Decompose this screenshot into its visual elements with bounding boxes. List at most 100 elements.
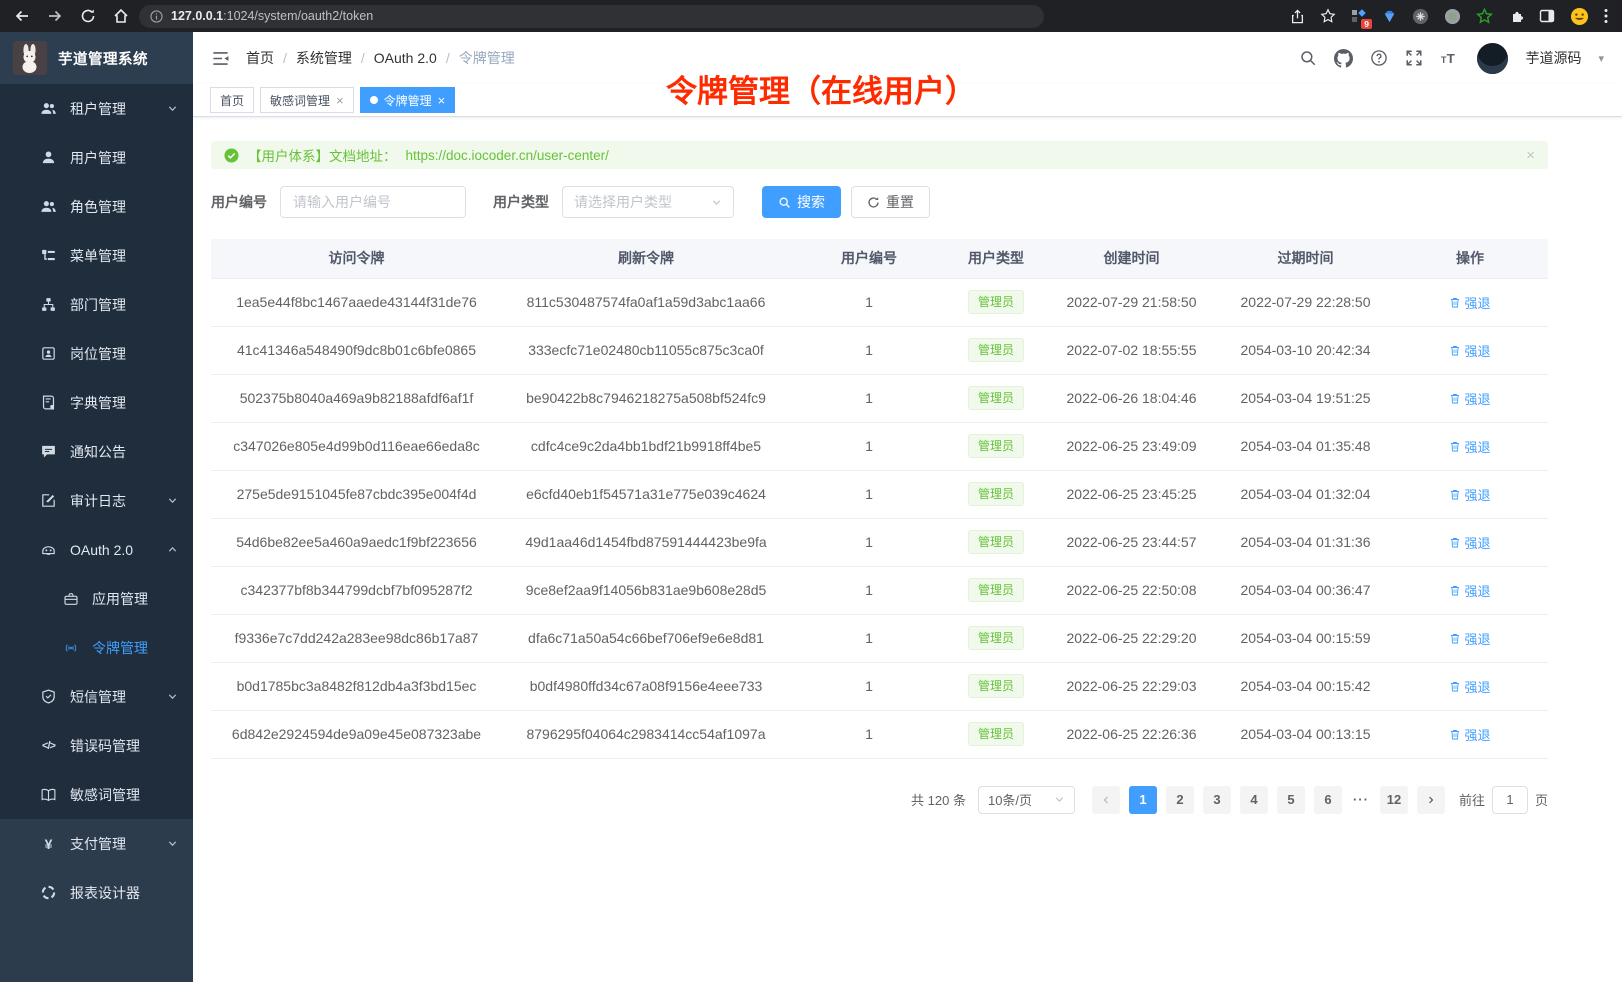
forward-icon[interactable] bbox=[47, 8, 63, 24]
sidebar-item-notice[interactable]: 通知公告 bbox=[0, 427, 193, 476]
sidebar-item-oauth2-token[interactable]: 令牌管理 bbox=[0, 623, 193, 672]
sidebar-item-menu[interactable]: 菜单管理 bbox=[0, 231, 193, 280]
user-type-cell: 管理员 bbox=[948, 422, 1044, 470]
user-type-cell: 管理员 bbox=[948, 566, 1044, 614]
extension-star-icon[interactable] bbox=[1476, 8, 1493, 25]
extension-command-icon[interactable] bbox=[1412, 8, 1429, 25]
sidebar-item-oauth2-app[interactable]: 应用管理 bbox=[0, 574, 193, 623]
yen-icon: ¥ bbox=[40, 835, 57, 852]
sidebar-item-dept[interactable]: 部门管理 bbox=[0, 280, 193, 329]
goto-page-input[interactable] bbox=[1492, 786, 1528, 814]
username[interactable]: 芋道源码 bbox=[1525, 48, 1581, 68]
search-icon[interactable] bbox=[1299, 49, 1317, 67]
action-cell: 强退 bbox=[1392, 278, 1548, 326]
tab-sensitive-word[interactable]: 敏感词管理 × bbox=[260, 87, 354, 113]
sidebar-item-user[interactable]: 用户管理 bbox=[0, 133, 193, 182]
sidebar-panel-icon[interactable] bbox=[1539, 8, 1555, 24]
sidebar-item-report-designer[interactable]: 报表设计器 bbox=[0, 868, 193, 917]
tab-token[interactable]: 令牌管理 × bbox=[360, 87, 456, 113]
sidebar-item-pay[interactable]: ¥ 支付管理 bbox=[0, 819, 193, 868]
sidebar-item-sms[interactable]: 短信管理 bbox=[0, 672, 193, 721]
force-logout-button[interactable]: 强退 bbox=[1449, 629, 1490, 648]
sidebar-item-label: 短信管理 bbox=[70, 687, 126, 707]
page-button[interactable]: 3 bbox=[1203, 786, 1231, 814]
force-logout-button[interactable]: 强退 bbox=[1449, 485, 1490, 504]
bookmark-star-icon[interactable] bbox=[1320, 8, 1336, 24]
pagination-ellipsis[interactable]: ··· bbox=[1351, 792, 1371, 807]
extensions-puzzle-icon[interactable] bbox=[1508, 8, 1524, 24]
share-icon[interactable] bbox=[1290, 9, 1305, 24]
sidebar-item-sensitive-word[interactable]: 敏感词管理 bbox=[0, 770, 193, 819]
extension-record-icon[interactable] bbox=[1444, 8, 1461, 25]
prev-page-button[interactable] bbox=[1092, 786, 1120, 814]
page-size-select[interactable]: 10条/页 bbox=[978, 786, 1075, 814]
tab-close-icon[interactable]: × bbox=[438, 94, 446, 107]
force-logout-button[interactable]: 强退 bbox=[1449, 533, 1490, 552]
sidebar-item-role[interactable]: 角色管理 bbox=[0, 182, 193, 231]
sidebar-item-audit-log[interactable]: 审计日志 bbox=[0, 476, 193, 525]
force-logout-button[interactable]: 强退 bbox=[1449, 725, 1490, 744]
browser-menu-kebab-icon[interactable] bbox=[1604, 8, 1608, 24]
extension-gem-icon[interactable] bbox=[1382, 9, 1397, 24]
force-logout-button[interactable]: 强退 bbox=[1449, 293, 1490, 312]
sidebar-item-post[interactable]: 岗位管理 bbox=[0, 329, 193, 378]
page-button[interactable]: 2 bbox=[1166, 786, 1194, 814]
reload-icon[interactable] bbox=[80, 8, 96, 24]
sidebar-item-oauth2[interactable]: OAuth 2.0 bbox=[0, 525, 193, 574]
tab-close-icon[interactable]: × bbox=[336, 94, 344, 107]
force-logout-button[interactable]: 强退 bbox=[1449, 437, 1490, 456]
page-button[interactable]: 6 bbox=[1314, 786, 1342, 814]
force-logout-button[interactable]: 强退 bbox=[1449, 389, 1490, 408]
user-type-select[interactable]: 请选择用户类型 bbox=[562, 186, 734, 218]
force-logout-button[interactable]: 强退 bbox=[1449, 341, 1490, 360]
force-logout-label: 强退 bbox=[1464, 293, 1490, 312]
tab-home[interactable]: 首页 bbox=[210, 87, 254, 113]
user-caret-down-icon[interactable]: ▾ bbox=[1598, 52, 1604, 65]
created-time-cell: 2022-07-02 18:55:55 bbox=[1044, 326, 1219, 374]
user-avatar[interactable] bbox=[1477, 43, 1508, 74]
page-button-active[interactable]: 1 bbox=[1129, 786, 1157, 814]
user-id-cell: 1 bbox=[790, 710, 948, 758]
logo-block[interactable]: 芋道管理系统 bbox=[0, 32, 193, 84]
sidebar-item-label: 支付管理 bbox=[70, 834, 126, 854]
table-row: 41c41346a548490f9dc8b01c6bfe0865 333ecfc… bbox=[211, 326, 1548, 374]
extension-grid-icon[interactable]: 9 bbox=[1351, 8, 1367, 24]
success-check-icon bbox=[224, 148, 239, 163]
sidebar-item-tenant[interactable]: 租户管理 bbox=[0, 84, 193, 133]
address-bar[interactable]: 127.0.0.1:1024/system/oauth2/token bbox=[139, 5, 1044, 28]
sidebar-item-dict[interactable]: 字典管理 bbox=[0, 378, 193, 427]
home-icon[interactable] bbox=[113, 8, 129, 24]
force-logout-label: 强退 bbox=[1464, 341, 1490, 360]
user-type-badge: 管理员 bbox=[968, 434, 1024, 458]
alert-doc-link[interactable]: https://doc.iocoder.cn/user-center/ bbox=[406, 148, 609, 163]
open-book-icon bbox=[40, 786, 57, 803]
force-logout-button[interactable]: 强退 bbox=[1449, 581, 1490, 600]
site-info-icon[interactable] bbox=[150, 10, 163, 23]
chevron-down-icon bbox=[167, 838, 178, 849]
github-icon[interactable] bbox=[1334, 49, 1353, 68]
svg-text:T: T bbox=[1447, 51, 1455, 66]
breadcrumb-item[interactable]: 系统管理 bbox=[296, 48, 352, 68]
breadcrumb-item[interactable]: OAuth 2.0 bbox=[374, 50, 437, 66]
profile-emoji-icon[interactable] bbox=[1570, 7, 1589, 26]
page-button[interactable]: 5 bbox=[1277, 786, 1305, 814]
alert-close-icon[interactable]: × bbox=[1526, 147, 1535, 164]
force-logout-button[interactable]: 强退 bbox=[1449, 677, 1490, 696]
user-type-badge: 管理员 bbox=[968, 338, 1024, 362]
search-button[interactable]: 搜索 bbox=[762, 186, 841, 218]
breadcrumb-item[interactable]: 首页 bbox=[246, 48, 274, 68]
code-icon: </> bbox=[40, 737, 57, 754]
page-button-last[interactable]: 12 bbox=[1380, 786, 1408, 814]
sidebar-item-error-code[interactable]: </> 错误码管理 bbox=[0, 721, 193, 770]
font-size-icon[interactable]: TT bbox=[1440, 49, 1460, 67]
user-id-input[interactable] bbox=[280, 186, 466, 218]
back-icon[interactable] bbox=[14, 8, 30, 24]
page-button[interactable]: 4 bbox=[1240, 786, 1268, 814]
refresh-token-cell: 333ecfc71e02480cb11055c875c3ca0f bbox=[502, 326, 790, 374]
reset-button[interactable]: 重置 bbox=[851, 186, 930, 218]
sidebar-fold-icon[interactable] bbox=[211, 49, 230, 68]
help-icon[interactable] bbox=[1370, 49, 1388, 67]
table-row: 1ea5e44f8bc1467aaede43144f31de76 811c530… bbox=[211, 278, 1548, 326]
next-page-button[interactable] bbox=[1417, 786, 1445, 814]
fullscreen-icon[interactable] bbox=[1405, 49, 1423, 67]
